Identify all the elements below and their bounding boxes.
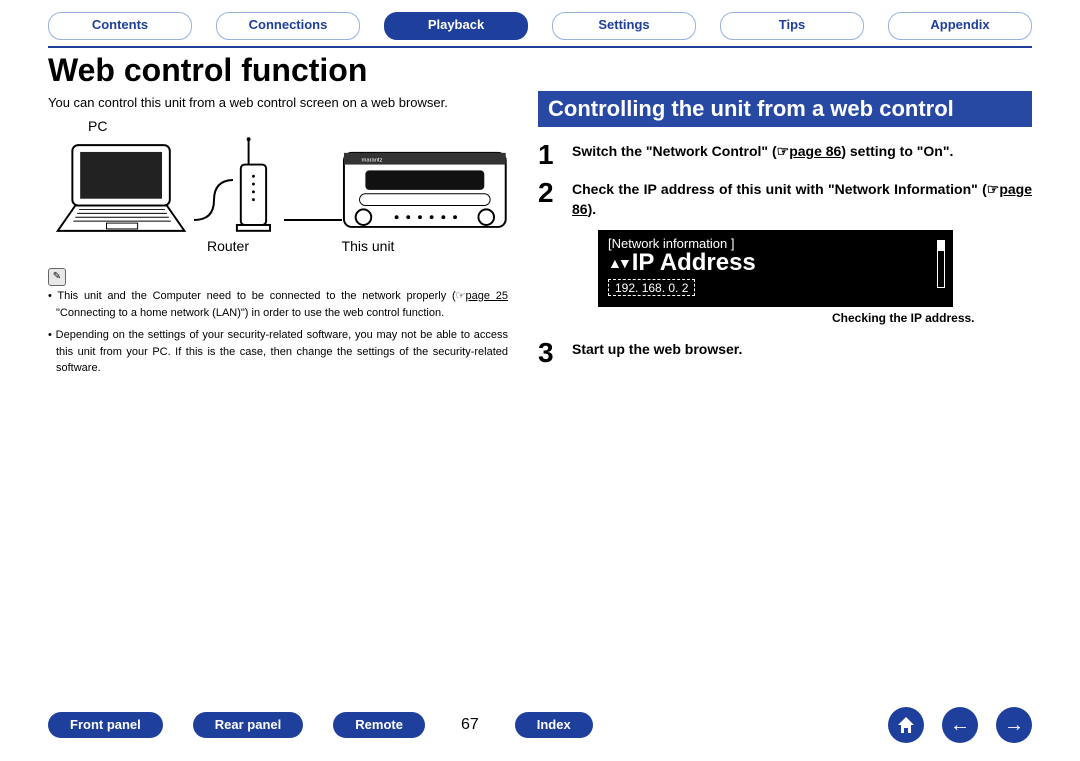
laptop-icon	[48, 140, 194, 236]
cable-icon	[284, 140, 342, 236]
label-pc: PC	[88, 118, 508, 134]
label-router: Router	[168, 238, 288, 254]
top-tabs: Contents Connections Playback Settings T…	[48, 12, 1032, 40]
display-ip-value: 192. 168. 0. 2	[608, 279, 695, 296]
scrollbar-icon	[937, 240, 945, 288]
tab-connections[interactable]: Connections	[216, 12, 360, 40]
link-page86a[interactable]: page 86	[789, 143, 841, 159]
svg-text:marantz: marantz	[362, 158, 383, 164]
updown-icon: ▲▼	[608, 255, 628, 271]
arrow-right-icon: →	[1004, 714, 1024, 737]
divider	[48, 46, 1032, 48]
tab-contents[interactable]: Contents	[48, 12, 192, 40]
step-2: 2 Check the IP address of this unit with…	[538, 179, 1032, 220]
footer-nav: Front panel Rear panel Remote 67 Index ←…	[0, 707, 1080, 743]
unit-icon: marantz	[342, 136, 508, 236]
cable-icon	[194, 140, 233, 236]
label-unit: This unit	[288, 238, 448, 254]
step-3: 3 Start up the web browser.	[538, 339, 1032, 367]
footer-remote[interactable]: Remote	[333, 712, 425, 738]
footer-front-panel[interactable]: Front panel	[48, 712, 163, 738]
connection-diagram: marantz	[48, 136, 508, 236]
home-icon	[896, 715, 916, 735]
display-ip-label: IP Address	[632, 249, 756, 277]
display-caption: Checking the IP address.	[832, 311, 1032, 325]
intro-text: You can control this unit from a web con…	[48, 95, 508, 110]
tab-settings[interactable]: Settings	[552, 12, 696, 40]
tab-playback[interactable]: Playback	[384, 12, 528, 40]
page-number: 67	[461, 716, 479, 734]
prev-button[interactable]: ←	[942, 707, 978, 743]
link-page25[interactable]: page 25	[466, 290, 508, 302]
tab-tips[interactable]: Tips	[720, 12, 864, 40]
footer-index[interactable]: Index	[515, 712, 593, 738]
footer-rear-panel[interactable]: Rear panel	[193, 712, 303, 738]
arrow-left-icon: ←	[950, 714, 970, 737]
page-title: Web control function	[48, 52, 1032, 89]
router-icon	[233, 136, 284, 236]
tab-appendix[interactable]: Appendix	[888, 12, 1032, 40]
next-button[interactable]: →	[996, 707, 1032, 743]
note-icon: ✎	[48, 268, 66, 286]
device-display: [Network information ] ▲▼ IP Address 192…	[598, 230, 953, 307]
step-1: 1 Switch the "Network Control" (☞page 86…	[538, 141, 1032, 169]
notes: • This unit and the Computer need to be …	[48, 288, 508, 377]
home-button[interactable]	[888, 707, 924, 743]
section-heading: Controlling the unit from a web control	[538, 91, 1032, 127]
